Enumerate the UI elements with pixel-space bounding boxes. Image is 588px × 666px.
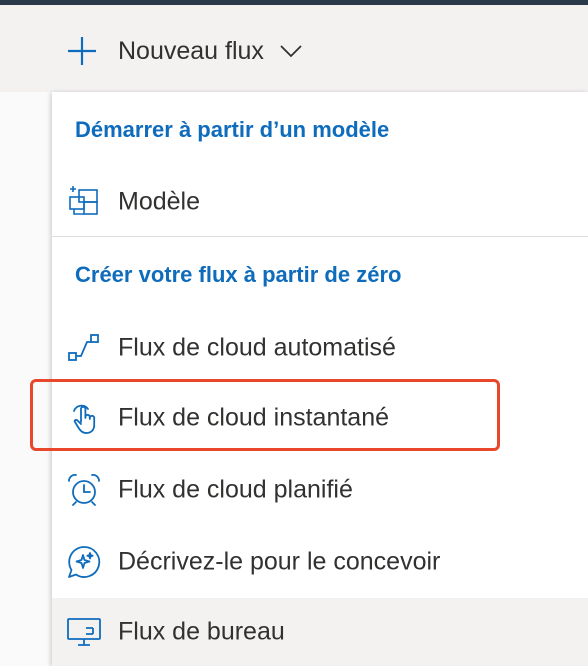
plus-icon	[68, 37, 96, 65]
menu-item-instant-cloud-flow[interactable]: Flux de cloud instantané	[52, 384, 588, 452]
menu-item-label: Flux de cloud instantané	[118, 403, 390, 432]
menu-item-template[interactable]: Modèle	[52, 168, 588, 236]
touch-hand-icon	[73, 404, 96, 434]
menu-item-scheduled-cloud-flow[interactable]: Flux de cloud planifié	[52, 456, 588, 524]
command-bar: Nouveau flux	[0, 5, 588, 92]
menu-item-describe-to-design[interactable]: Décrivez-le pour le concevoir	[52, 528, 588, 596]
section-header-scratch: Créer votre flux à partir de zéro	[75, 262, 402, 287]
menu-item-label: Modèle	[118, 187, 200, 216]
new-flow-button[interactable]: Nouveau flux	[66, 31, 302, 71]
alarm-clock-icon	[68, 474, 100, 506]
menu-item-automated-cloud-flow[interactable]: Flux de cloud automatisé	[52, 314, 588, 382]
menu-item-label: Décrivez-le pour le concevoir	[118, 547, 441, 576]
section-header-template: Démarrer à partir d’un modèle	[75, 117, 390, 142]
chat-sparkle-icon	[68, 546, 101, 578]
background-pane	[0, 92, 52, 666]
automated-flow-icon	[68, 334, 99, 361]
new-flow-label: Nouveau flux	[118, 36, 264, 65]
menu-divider	[52, 236, 588, 237]
template-icon	[69, 186, 98, 215]
desktop-flow-icon	[67, 618, 101, 646]
new-flow-dropdown-menu: Démarrer à partir d’un modèle Modèle Cré…	[52, 92, 588, 666]
menu-item-label: Flux de bureau	[118, 617, 285, 646]
menu-item-label: Flux de cloud automatisé	[118, 333, 396, 362]
menu-item-desktop-flow[interactable]: Flux de bureau	[52, 598, 588, 666]
chevron-down-icon	[280, 45, 302, 58]
menu-item-label: Flux de cloud planifié	[118, 475, 353, 504]
